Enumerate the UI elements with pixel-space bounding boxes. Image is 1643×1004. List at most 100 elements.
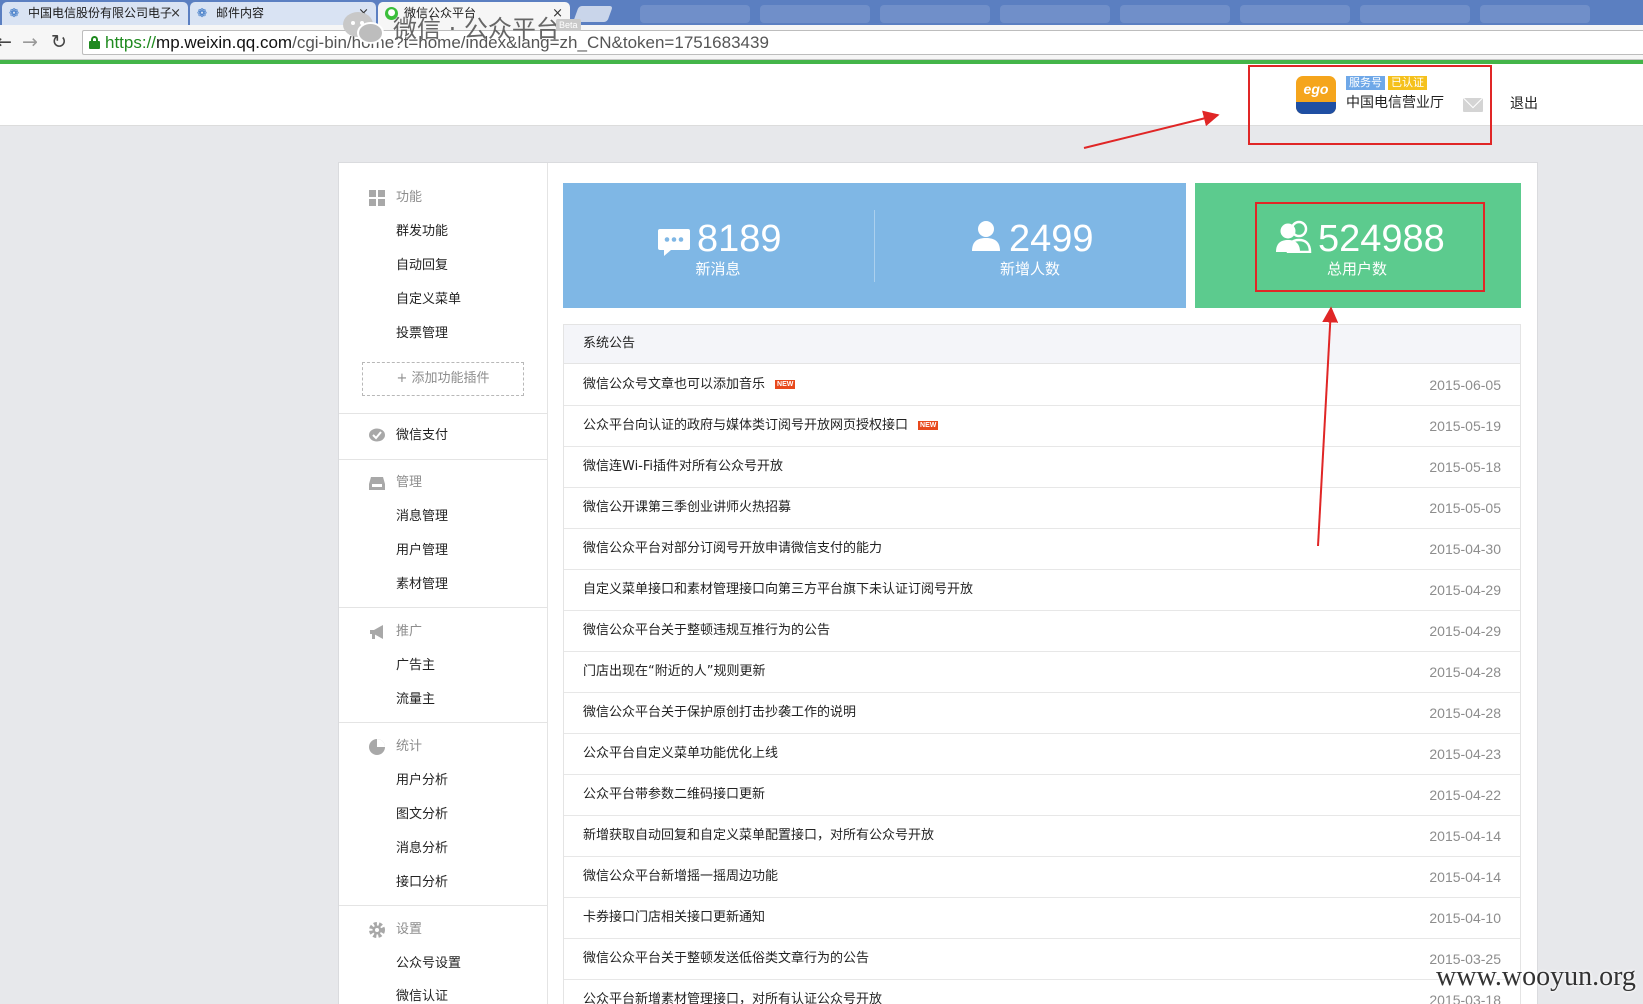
site-logo-text[interactable]: 微信 · 公众平台: [393, 14, 560, 44]
url-input[interactable]: https://mp.weixin.qq.com/cgi-bin/home?t=…: [82, 30, 1643, 55]
sidebar-divider: [339, 413, 548, 414]
notice-row[interactable]: 公众平台自定义菜单功能优化上线 2015-04-23: [564, 734, 1520, 775]
sidebar-item-materials[interactable]: 素材管理: [396, 576, 448, 594]
notice-title-link[interactable]: 新增获取自动回复和自定义菜单配置接口，对所有公众号开放: [583, 827, 934, 845]
blurred-tab: [1000, 5, 1110, 23]
notice-title-link[interactable]: 微信公众平台关于整顿发送低俗类文章行为的公告: [583, 950, 869, 968]
sidebar-heading-manage: 管理: [396, 475, 423, 490]
sidebar-item-account-settings[interactable]: 公众号设置: [396, 955, 461, 973]
user-icon: [971, 220, 1001, 252]
address-toolbar: ← → ↻ https://mp.weixin.qq.com/cgi-bin/h…: [0, 25, 1643, 60]
notice-title-link[interactable]: 微信公众平台对部分订阅号开放申请微信支付的能力: [583, 540, 882, 558]
notice-row[interactable]: 微信公众平台新增摇一摇周边功能 2015-04-14: [564, 857, 1520, 898]
notice-title-link[interactable]: 微信公众平台新增摇一摇周边功能: [583, 868, 778, 886]
notice-date: 2015-06-05: [1429, 377, 1501, 393]
notice-date: 2015-04-28: [1429, 664, 1501, 680]
notice-row[interactable]: 微信公众平台关于整顿发送低俗类文章行为的公告 2015-03-25: [564, 939, 1520, 980]
notice-date: 2015-04-14: [1429, 869, 1501, 885]
tab-china-telecom[interactable]: ❁ 中国电信股份有限公司电子 ×: [2, 2, 188, 25]
notice-title: 系统公告: [583, 336, 636, 351]
blurred-tab: [1480, 5, 1590, 23]
sidebar-item-message-analysis[interactable]: 消息分析: [396, 840, 448, 858]
notice-date: 2015-05-18: [1429, 459, 1501, 475]
back-arrow-icon[interactable]: ←: [0, 32, 12, 52]
browser-tab-bar: ❁ 中国电信股份有限公司电子 × ❁ 邮件内容 × ● 微信公众平台 ×: [0, 0, 1643, 25]
stat-new-messages-label: 新消息: [695, 260, 741, 278]
notice-row[interactable]: 公众平台带参数二维码接口更新 2015-04-22: [564, 775, 1520, 816]
notice-title-link[interactable]: 自定义菜单接口和素材管理接口向第三方平台旗下未认证订阅号开放: [583, 581, 973, 599]
sidebar-divider: [339, 905, 548, 906]
notice-date: 2015-04-23: [1429, 746, 1501, 762]
gear-icon: [368, 921, 386, 939]
notice-title-link[interactable]: 微信连Wi-Fi插件对所有公众号开放: [583, 458, 783, 476]
tab-title: 邮件内容: [216, 6, 265, 20]
pie-chart-icon: [368, 738, 386, 756]
sidebar-item-users[interactable]: 用户管理: [396, 542, 448, 560]
notice-title-link[interactable]: 门店出现在“附近的人”规则更新: [583, 663, 765, 681]
notice-text: 微信公众平台对部分订阅号开放申请微信支付的能力: [583, 541, 883, 556]
sidebar-item-user-analysis[interactable]: 用户分析: [396, 772, 448, 790]
sidebar-heading-promotion: 推广: [396, 624, 423, 639]
sidebar-item-wechat-verify[interactable]: 微信认证: [396, 988, 448, 1004]
notice-text: 微信公开课第三季创业讲师火热招募: [583, 500, 792, 515]
sidebar-item-vote[interactable]: 投票管理: [396, 325, 448, 343]
reload-icon[interactable]: ↻: [51, 32, 67, 52]
notice-text: 公众平台向认证的政府与媒体类订阅号开放网页授权接口: [583, 418, 909, 433]
sidebar-item-api-analysis[interactable]: 接口分析: [396, 874, 448, 892]
notice-row[interactable]: 微信公开课第三季创业讲师火热招募 2015-05-05: [564, 488, 1520, 529]
notice-title-link[interactable]: 公众平台向认证的政府与媒体类订阅号开放网页授权接口 NEW: [583, 417, 939, 435]
notice-title-link[interactable]: 公众平台带参数二维码接口更新: [583, 786, 765, 804]
blurred-tab: [1120, 5, 1230, 23]
notice-title-link[interactable]: 卡券接口门店相关接口更新通知: [583, 909, 765, 927]
blurred-tab: [1240, 5, 1350, 23]
sidebar-item-custom-menu[interactable]: 自定义菜单: [396, 291, 461, 309]
notice-text: 微信公众平台关于整顿发送低俗类文章行为的公告: [583, 951, 870, 966]
stat-new-users-label: 新增人数: [999, 260, 1060, 278]
notice-row[interactable]: 新增获取自动回复和自定义菜单配置接口，对所有公众号开放 2015-04-14: [564, 816, 1520, 857]
notice-date: 2015-04-22: [1429, 787, 1501, 803]
notice-row[interactable]: 门店出现在“附近的人”规则更新 2015-04-28: [564, 652, 1520, 693]
sidebar-divider: [339, 607, 548, 608]
notice-row[interactable]: 公众平台向认证的政府与媒体类订阅号开放网页授权接口 NEW 2015-05-19: [564, 406, 1520, 447]
sidebar-item-article-analysis[interactable]: 图文分析: [396, 806, 448, 824]
logout-link[interactable]: 退出: [1510, 95, 1538, 113]
notice-row[interactable]: 微信公众平台对部分订阅号开放申请微信支付的能力 2015-04-30: [564, 529, 1520, 570]
notice-text: 门店出现在“附近的人”规则更新: [583, 664, 766, 679]
chat-bubble-icon: [657, 227, 691, 256]
add-plugin-button[interactable]: + 添加功能插件: [362, 362, 524, 396]
sidebar-heading-settings: 设置: [396, 922, 423, 937]
sidebar-item-auto-reply[interactable]: 自动回复: [396, 257, 448, 275]
notice-title-link[interactable]: 公众平台新增素材管理接口，对所有认证公众号开放: [583, 991, 882, 1004]
notice-row[interactable]: 微信公众平台关于保护原创打击抄袭工作的说明 2015-04-28: [564, 693, 1520, 734]
sidebar-item-messages[interactable]: 消息管理: [396, 508, 448, 526]
notice-row[interactable]: 微信公众平台关于整顿违规互推行为的公告 2015-04-29: [564, 611, 1520, 652]
forward-arrow-icon[interactable]: →: [22, 32, 38, 52]
sidebar-item-mass-send[interactable]: 群发功能: [396, 223, 448, 241]
sidebar-item-wechat-pay[interactable]: 微信支付: [396, 427, 448, 445]
notice-date: 2015-04-10: [1429, 910, 1501, 926]
watermark-text: www.wooyun.org: [1436, 961, 1636, 992]
notice-title-link[interactable]: 微信公开课第三季创业讲师火热招募: [583, 499, 791, 517]
blurred-tab: [760, 5, 870, 23]
lock-icon: [89, 36, 100, 49]
notice-row[interactable]: 自定义菜单接口和素材管理接口向第三方平台旗下未认证订阅号开放 2015-04-29: [564, 570, 1520, 611]
notice-title-link[interactable]: 微信公众平台关于保护原创打击抄袭工作的说明: [583, 704, 856, 722]
telecom-icon: ❁: [9, 6, 20, 20]
notice-date: 2015-05-19: [1429, 418, 1501, 434]
notice-title-link[interactable]: 微信公众平台关于整顿违规互推行为的公告: [583, 622, 830, 640]
sidebar-item-advertiser[interactable]: 广告主: [396, 657, 435, 675]
notice-date: 2015-04-29: [1429, 623, 1501, 639]
notice-text: 微信公众平台关于整顿违规互推行为的公告: [583, 623, 831, 638]
notice-title-link[interactable]: 微信公众号文章也可以添加音乐 NEW: [583, 376, 796, 394]
notice-row[interactable]: 微信连Wi-Fi插件对所有公众号开放 2015-05-18: [564, 447, 1520, 488]
notice-row[interactable]: 公众平台新增素材管理接口，对所有认证公众号开放 2015-03-18: [564, 980, 1520, 1004]
sidebar-item-publisher[interactable]: 流量主: [396, 691, 435, 709]
notice-text: 自定义菜单接口和素材管理接口向第三方平台旗下未认证订阅号开放: [583, 582, 974, 597]
notice-text: 公众平台自定义菜单功能优化上线: [583, 746, 779, 761]
new-badge: NEW: [918, 421, 939, 430]
notice-row[interactable]: 卡券接口门店相关接口更新通知 2015-04-10: [564, 898, 1520, 939]
notice-row[interactable]: 微信公众号文章也可以添加音乐 NEW 2015-06-05: [564, 365, 1520, 406]
notice-title-link[interactable]: 公众平台自定义菜单功能优化上线: [583, 745, 778, 763]
close-icon[interactable]: ×: [170, 2, 181, 25]
notice-date: 2015-04-30: [1429, 541, 1501, 557]
